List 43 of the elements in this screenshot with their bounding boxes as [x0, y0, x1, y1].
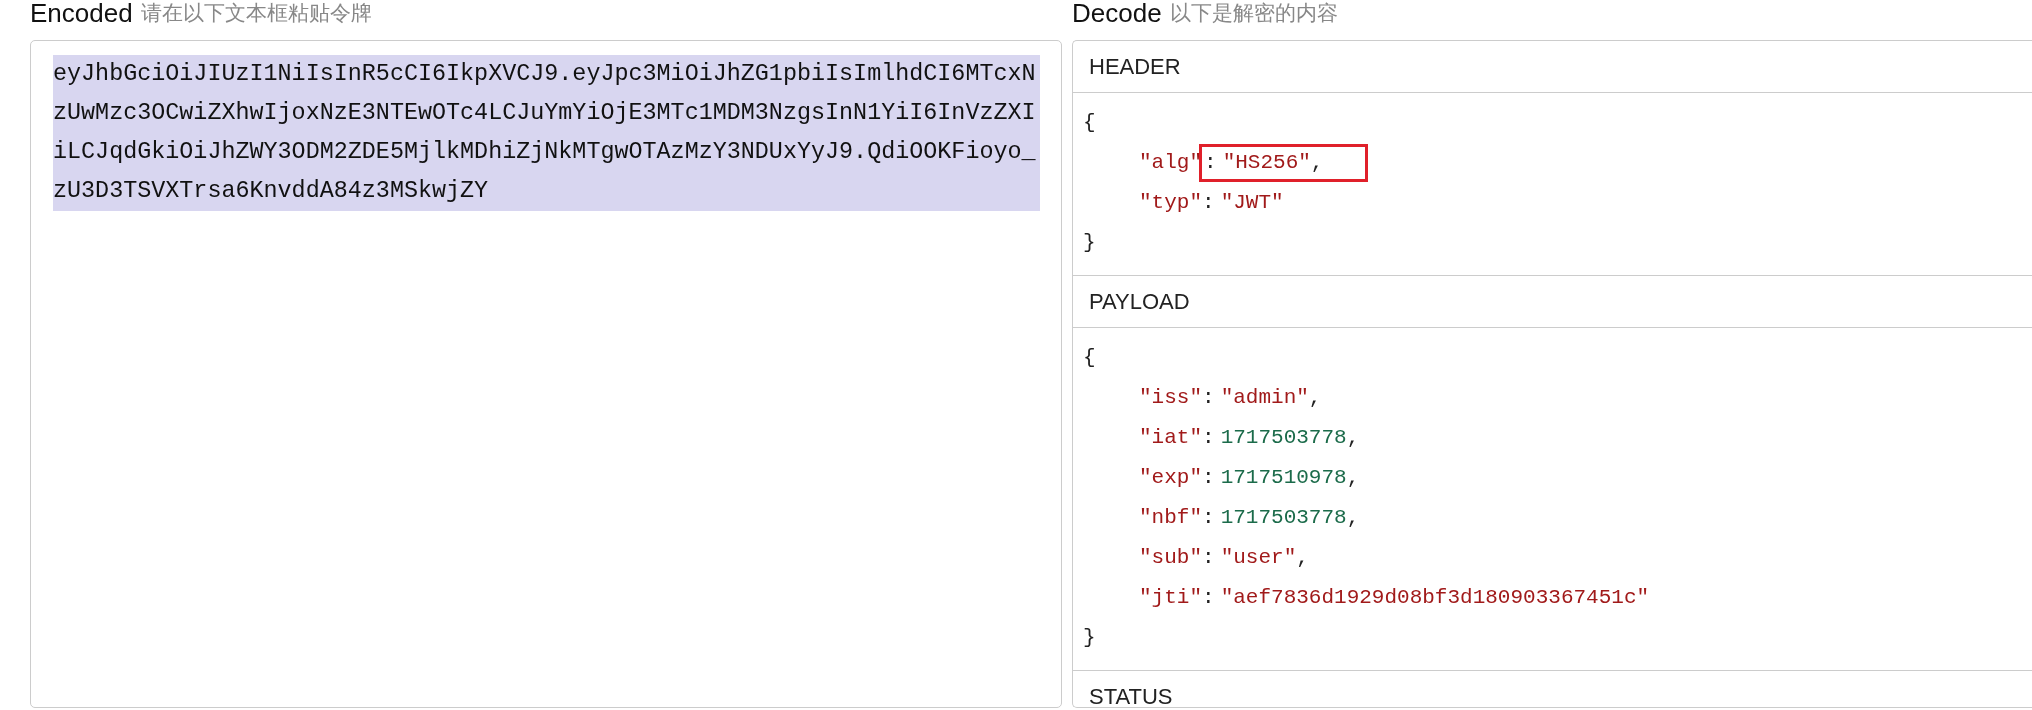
json-value: "JWT": [1220, 191, 1284, 214]
json-key: "jti": [1139, 586, 1202, 609]
json-value: "user": [1220, 546, 1297, 569]
json-colon: :: [1202, 586, 1215, 609]
json-key: "iss": [1139, 386, 1202, 409]
token-text: eyJhbGciOiJIUzI1NiIsInR5cCI6IkpXVCJ9.eyJpc3MiOiJhZG1pbiIsImlhdCI6MTcxNzUwMzc3OCwiZXhwIjoxNzE3NTEwOTc4LCJuYmYiOjE3MTc1MDM3NzgsInN1YiI6InVzZXIiLCJqdGkiOiJhZWY3ODM2ZDE5MjlkMDhiZjNkMTgwOTAzMzY3NDUxYyJ9.QdiOOKFioyo_zU3D3TSVXTrsa6KnvddA84z3MSkwjZY: [53, 55, 1040, 211]
decode-title: Decode: [1072, 0, 1162, 26]
token-input[interactable]: [30, 40, 1062, 708]
json-key: "exp": [1139, 466, 1202, 489]
json-comma: ,: [1310, 151, 1324, 174]
encoded-subtitle: 请在以下文本框粘贴令牌: [140, 0, 372, 26]
json-brace: {: [1083, 345, 1096, 371]
section-title: HEADER: [1073, 41, 2032, 93]
json-colon: :: [1204, 151, 1217, 174]
json-comma: ,: [1346, 466, 1360, 489]
decode-subtitle: 以下是解密的内容: [1169, 0, 1338, 26]
json-key: "nbf": [1139, 506, 1202, 529]
encoded-title: Encoded: [30, 0, 133, 26]
json-colon: :: [1202, 426, 1215, 449]
json-key: "iat": [1139, 426, 1202, 449]
json-brace: }: [1083, 625, 1096, 651]
json-brace: }: [1083, 230, 1096, 256]
json-key: "alg": [1139, 151, 1202, 174]
json-value: 1717510978: [1220, 466, 1347, 489]
json-brace: {: [1083, 110, 1096, 136]
json-comma: ,: [1346, 506, 1360, 529]
json-value: "admin": [1220, 386, 1309, 409]
json-comma: ,: [1296, 546, 1309, 569]
json-colon: :: [1202, 386, 1215, 409]
section-title: STATUS: [1073, 671, 2032, 707]
json-value: "aef7836d1929d08bf3d180903367451c": [1220, 586, 1650, 609]
section-title: PAYLOAD: [1073, 276, 2032, 328]
json-key: "sub": [1139, 546, 1202, 569]
json-value: 1717503778: [1220, 426, 1347, 449]
json-value: 1717503778: [1220, 506, 1347, 529]
json-value: "HS256": [1222, 151, 1311, 174]
json-comma: ,: [1346, 426, 1360, 449]
json-comma: ,: [1308, 386, 1322, 409]
json-colon: :: [1202, 466, 1215, 489]
json-colon: :: [1202, 506, 1215, 529]
json-colon: :: [1202, 191, 1215, 214]
json-colon: :: [1202, 546, 1215, 569]
json-key: "typ": [1139, 191, 1202, 214]
